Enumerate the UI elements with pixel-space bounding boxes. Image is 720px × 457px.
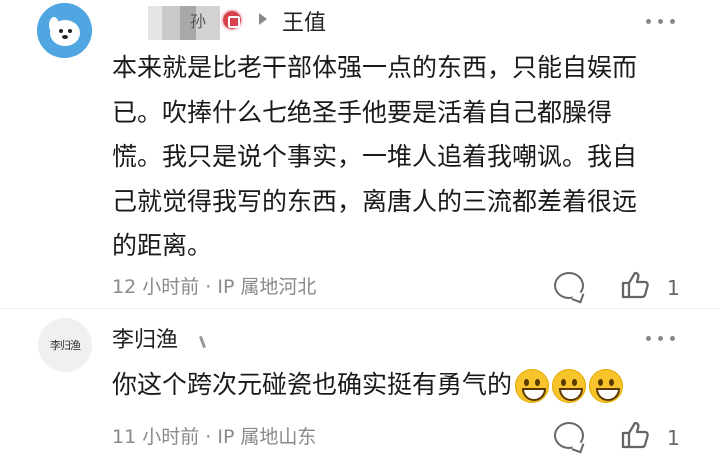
like-count: 1: [667, 276, 680, 300]
thumbs-up-icon[interactable]: [620, 420, 650, 450]
comment-line: 慌。我只是说个事实，一堆人追着我嘲讽。我自: [112, 142, 638, 171]
divider: [0, 308, 720, 309]
reply-arrow-icon: [259, 13, 267, 25]
user-avatar[interactable]: [37, 3, 92, 58]
more-options-icon[interactable]: [646, 19, 675, 24]
comment-line: 本来就是比老干部体强一点的东西，只能自娱而: [112, 53, 638, 82]
thumbs-up-icon[interactable]: [620, 270, 650, 300]
comment-line: 己就觉得我写的东西，离唐人的三流都差着很远: [112, 186, 638, 216]
author-name[interactable]: 李归渔: [112, 322, 178, 354]
comment-line: 的距离。: [112, 231, 213, 260]
reply-comment-icon[interactable]: [554, 422, 584, 449]
user-avatar[interactable]: 李归渔: [38, 318, 92, 372]
comment-text: 你这个跨次元碰瓷也确实挺有勇气的: [112, 363, 702, 408]
grin-emoji-icon: [515, 369, 550, 403]
grin-emoji-icon: [589, 369, 624, 403]
grin-emoji-icon: [552, 369, 587, 403]
comment-text: 本来就是比老干部体强一点的东西，只能自娱而 已。吹捧什么七绝圣手他要是活着自己都…: [112, 46, 692, 269]
author-name-suffix[interactable]: 孙: [190, 8, 206, 32]
more-options-icon[interactable]: [646, 336, 675, 341]
badge-icon: [221, 9, 243, 31]
blurred-username: [148, 6, 220, 40]
like-count: 1: [667, 426, 680, 450]
comment-line: 你这个跨次元碰瓷也确实挺有勇气的: [112, 370, 513, 399]
cursor-mark: [199, 335, 206, 349]
comment-line: 已。吹捧什么七绝圣手他要是活着自己都臊得: [112, 97, 613, 127]
avatar-text: 李归渔: [50, 339, 81, 352]
reply-to-name[interactable]: 王值: [282, 5, 326, 37]
comment-meta: 12 小时前 · IP 属地河北: [112, 276, 317, 298]
comment-meta: 11 小时前 · IP 属地山东: [112, 426, 317, 448]
reply-comment-icon[interactable]: [554, 272, 584, 299]
